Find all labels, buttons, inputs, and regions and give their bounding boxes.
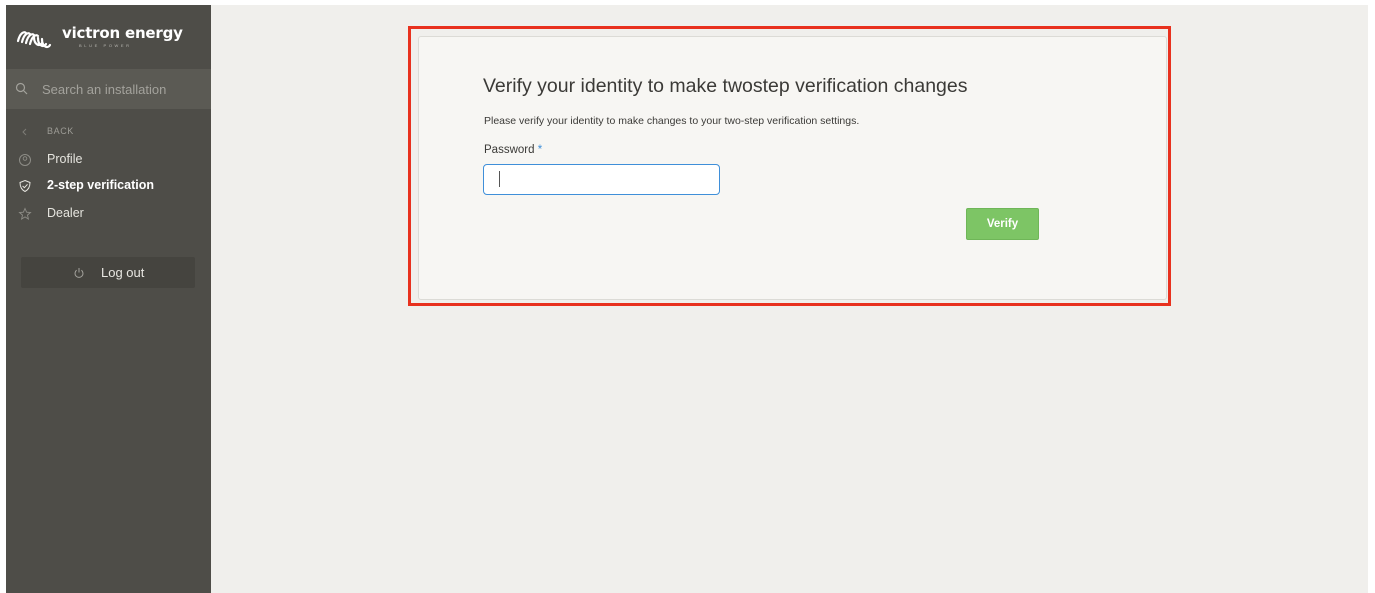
sidebar: victron energy BLUE POWER BACK Profile xyxy=(6,5,211,593)
verify-identity-card: Verify your identity to make twostep ver… xyxy=(418,36,1167,300)
password-label: Password * xyxy=(484,144,542,156)
star-icon xyxy=(18,207,32,220)
page-title: Verify your identity to make twostep ver… xyxy=(483,75,968,97)
sidebar-item-dealer[interactable]: Dealer xyxy=(6,203,211,225)
card-description: Please verify your identity to make chan… xyxy=(484,115,860,127)
power-icon xyxy=(74,268,84,278)
brand-tagline: BLUE POWER xyxy=(79,43,132,48)
search-icon xyxy=(15,82,28,95)
back-link[interactable]: BACK xyxy=(6,121,211,143)
brand-logo[interactable]: victron energy BLUE POWER xyxy=(15,21,183,51)
password-label-text: Password xyxy=(484,144,535,156)
profile-icon xyxy=(19,154,31,166)
required-marker: * xyxy=(537,144,543,156)
sidebar-item-label: 2-step verification xyxy=(47,178,154,192)
sidebar-item-label: Profile xyxy=(47,152,83,166)
logout-label: Log out xyxy=(101,265,145,280)
chevron-left-icon xyxy=(22,128,27,136)
text-caret xyxy=(499,171,500,187)
search-bar xyxy=(6,69,211,109)
sidebar-item-profile[interactable]: Profile xyxy=(6,149,211,171)
search-input[interactable] xyxy=(42,79,202,99)
logout-button[interactable]: Log out xyxy=(21,257,195,288)
verify-button[interactable]: Verify xyxy=(966,208,1039,240)
back-label: BACK xyxy=(47,126,74,136)
shield-check-icon xyxy=(19,179,31,193)
victron-waves-icon xyxy=(16,31,52,49)
app-frame: victron energy BLUE POWER BACK Profile xyxy=(6,5,1368,593)
sidebar-item-label: Dealer xyxy=(47,206,84,220)
brand-name: victron energy xyxy=(62,24,183,42)
sidebar-item-2-step-verification[interactable]: 2-step verification xyxy=(6,175,211,197)
password-field[interactable] xyxy=(483,164,720,195)
